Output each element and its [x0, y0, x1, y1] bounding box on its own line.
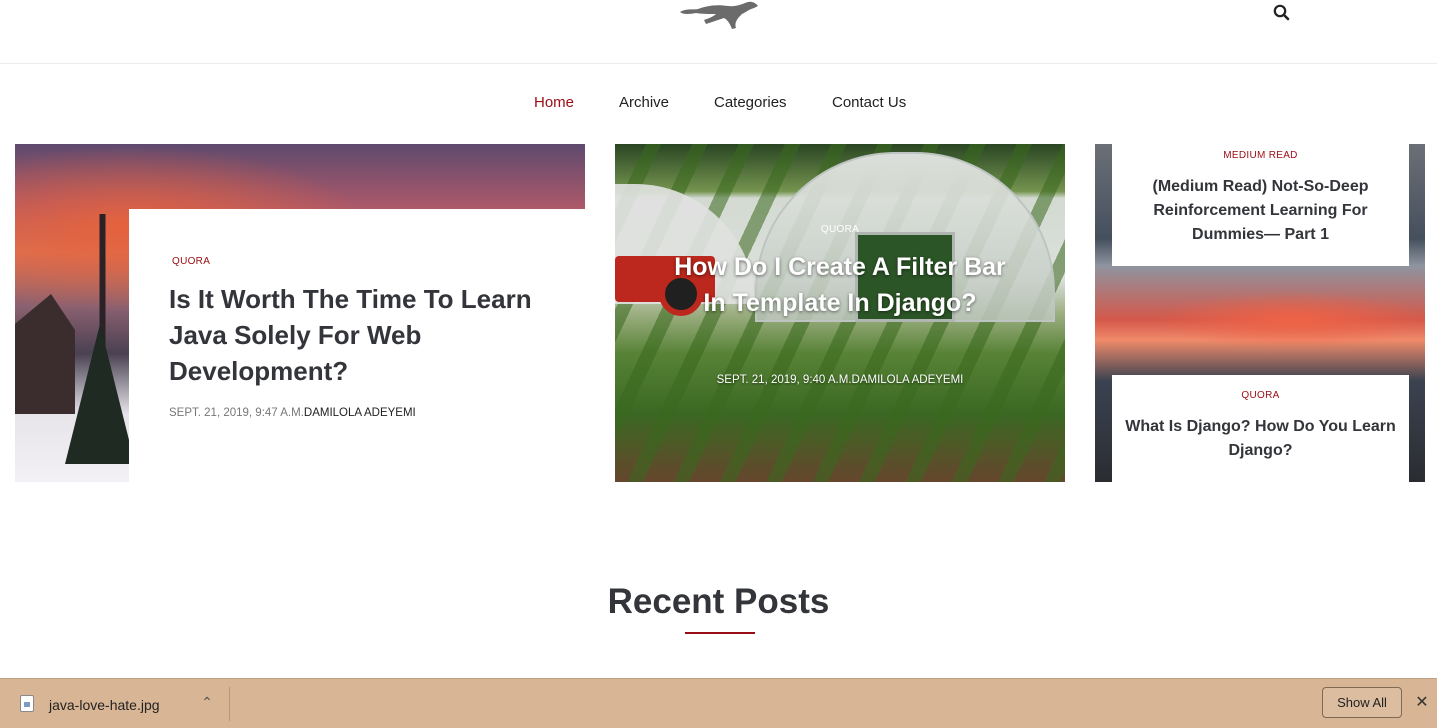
nav-item-contact-us[interactable]: Contact Us: [832, 94, 906, 111]
post-author[interactable]: DAMILOLA ADEYEMI: [852, 374, 964, 386]
nav-item-categories[interactable]: Categories: [714, 94, 787, 111]
post-meta: SEPT. 21, 2019, 9:40 A.M.DAMILOLA ADEYEM…: [615, 374, 1065, 386]
running-cheetah-logo[interactable]: [676, 0, 766, 32]
post-meta: SEPT. 21, 2019, 9:47 A.M.DAMILOLA ADEYEM…: [169, 407, 416, 419]
side-post-card[interactable]: QUORA What Is Django? How Do You Learn D…: [1112, 375, 1409, 482]
chevron-up-icon[interactable]: ⌃: [198, 693, 216, 711]
nav-item-archive[interactable]: Archive: [619, 94, 669, 111]
heading-underline: [685, 632, 755, 634]
side-post-card[interactable]: MEDIUM READ (Medium Read) Not-So-Deep Re…: [1112, 144, 1409, 266]
post-title[interactable]: Is It Worth The Time To Learn Java Solel…: [169, 281, 549, 389]
featured-post-panel: QUORA Is It Worth The Time To Learn Java…: [129, 209, 585, 482]
close-icon[interactable]: ✕: [1412, 693, 1432, 713]
post-author[interactable]: DAMILOLA ADEYEMI: [304, 407, 416, 419]
center-post-card[interactable]: QUORA How Do I Create A Filter Bar In Te…: [615, 144, 1065, 482]
search-icon[interactable]: [1271, 2, 1293, 24]
featured-post-card[interactable]: QUORA Is It Worth The Time To Learn Java…: [15, 144, 585, 482]
post-title[interactable]: (Medium Read) Not-So-Deep Reinforcement …: [1112, 175, 1409, 247]
post-date: SEPT. 21, 2019, 9:47 A.M.: [169, 407, 304, 419]
recent-posts-heading: Recent Posts: [607, 582, 830, 621]
divider: [229, 687, 230, 721]
download-file-name[interactable]: java-love-hate.jpg: [49, 697, 160, 713]
site-header: [0, 0, 1437, 64]
show-all-button[interactable]: Show All: [1322, 687, 1402, 718]
post-category[interactable]: QUORA: [615, 224, 1065, 235]
post-title[interactable]: How Do I Create A Filter Bar In Template…: [665, 249, 1015, 321]
nav-item-home[interactable]: Home: [534, 94, 574, 111]
post-title[interactable]: What Is Django? How Do You Learn Django?: [1112, 415, 1409, 463]
post-category[interactable]: QUORA: [1112, 390, 1409, 401]
post-category[interactable]: QUORA: [172, 256, 210, 267]
side-posts: MEDIUM READ (Medium Read) Not-So-Deep Re…: [1095, 144, 1425, 482]
main-nav: Home Archive Categories Contact Us: [0, 94, 1437, 116]
post-date: SEPT. 21, 2019, 9:40 A.M.: [716, 374, 852, 386]
house-image: [15, 294, 75, 414]
image-file-icon: [20, 695, 34, 712]
post-category[interactable]: MEDIUM READ: [1112, 150, 1409, 161]
download-bar: java-love-hate.jpg ⌃ Show All ✕: [0, 678, 1437, 728]
